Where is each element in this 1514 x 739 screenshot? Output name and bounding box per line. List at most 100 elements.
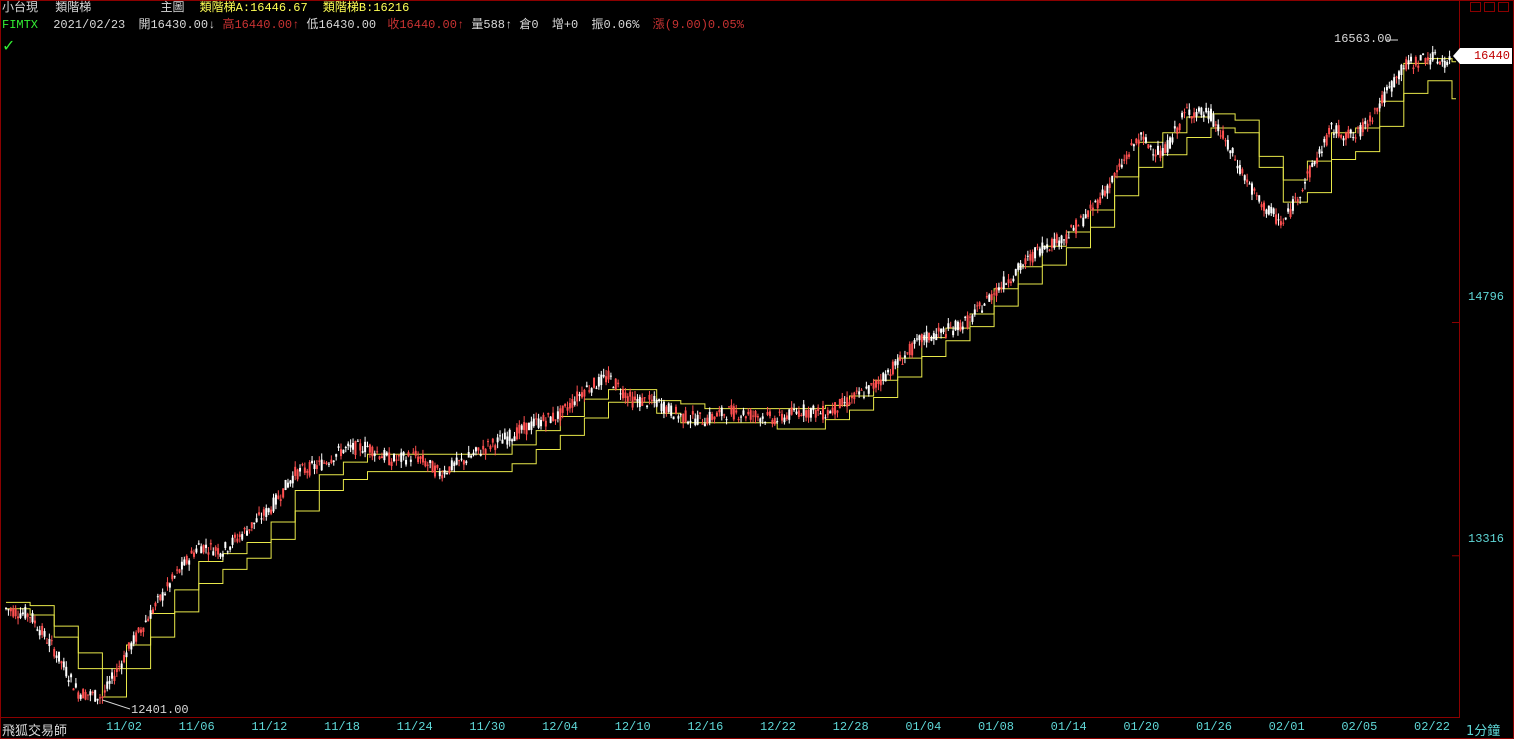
candle-body xyxy=(1166,140,1169,153)
x-tick-label: 01/08 xyxy=(978,720,1015,734)
candle-body xyxy=(1176,127,1179,134)
candle-body xyxy=(127,642,130,649)
candle-body xyxy=(1429,59,1432,65)
symbol-code[interactable]: FIMTX xyxy=(2,18,38,32)
price-chart[interactable] xyxy=(0,0,1460,718)
candle-body xyxy=(250,522,253,529)
candle-body xyxy=(499,435,502,437)
candle-body xyxy=(318,460,321,462)
candle-body xyxy=(190,550,193,554)
candle-body xyxy=(1369,115,1372,122)
candle-body xyxy=(1014,269,1017,276)
amplitude-label: 振 xyxy=(591,18,604,32)
candle-body xyxy=(1169,137,1172,149)
candle-body xyxy=(1279,221,1282,226)
candle-body xyxy=(1147,144,1150,149)
candle-body xyxy=(742,410,745,415)
candle-body xyxy=(1072,227,1075,231)
candle-body xyxy=(518,424,521,434)
candle-body xyxy=(1385,86,1388,91)
candle-body xyxy=(337,446,340,448)
candle-body xyxy=(1426,57,1429,61)
candle-body xyxy=(580,392,583,398)
open-arrow-icon: ↓ xyxy=(208,18,216,32)
instrument-name[interactable]: 小台現 xyxy=(2,1,38,15)
candle-body xyxy=(1294,197,1297,199)
candle-body xyxy=(1299,197,1302,199)
candle-body xyxy=(636,399,639,402)
candle-body xyxy=(159,594,162,601)
minimize-button[interactable] xyxy=(1470,2,1481,12)
candle-body xyxy=(1075,219,1078,234)
candle-body xyxy=(5,607,7,609)
quote-row: FIMTX 2021/02/23 開16430.00↓ 高16440.00↑ 低… xyxy=(2,17,744,33)
candle-body xyxy=(1142,136,1145,140)
candle-body xyxy=(1046,244,1049,249)
candle-body xyxy=(793,408,796,411)
candle-body xyxy=(865,386,868,389)
change-label: 漲 xyxy=(652,18,665,32)
candle-body xyxy=(1060,235,1063,244)
candle-body xyxy=(154,602,157,607)
candle-body xyxy=(831,407,834,414)
period-selector[interactable]: 1分鐘 xyxy=(1466,720,1500,739)
candle-body xyxy=(1183,112,1186,114)
candle-body xyxy=(1128,154,1131,157)
candle-body xyxy=(515,427,518,440)
candle-body xyxy=(1330,122,1333,125)
candle-body xyxy=(525,422,528,435)
candle-body xyxy=(197,543,200,545)
check-icon[interactable]: ✓ xyxy=(2,36,15,55)
candle-body xyxy=(132,635,135,644)
candle-body xyxy=(31,613,34,623)
candle-body xyxy=(332,460,335,462)
candle-body xyxy=(1118,163,1121,167)
candle-body xyxy=(1089,204,1092,209)
x-tick-label: 12/22 xyxy=(760,720,797,734)
candle-body xyxy=(77,692,80,699)
x-tick-label: 01/26 xyxy=(1196,720,1233,734)
restore-button[interactable] xyxy=(1484,2,1495,12)
candle-body xyxy=(402,452,405,456)
candle-body xyxy=(797,410,800,417)
candle-body xyxy=(1448,56,1451,61)
candle-body xyxy=(923,335,926,341)
candle-body xyxy=(696,414,699,425)
candle-body xyxy=(446,473,449,475)
candle-body xyxy=(286,482,289,488)
candle-body xyxy=(91,692,94,694)
candle-body xyxy=(554,419,557,421)
candle-body xyxy=(142,627,145,632)
candle-body xyxy=(352,442,355,450)
candle-body xyxy=(342,449,345,454)
candle-body xyxy=(913,339,916,344)
indicator-name[interactable]: 類階梯 xyxy=(55,1,91,15)
close-button[interactable] xyxy=(1498,2,1509,12)
candle-body xyxy=(858,391,861,395)
candle-body xyxy=(988,294,991,302)
candle-body xyxy=(1410,56,1413,62)
candle-body xyxy=(1210,108,1212,121)
candle-body xyxy=(48,639,51,647)
candle-body xyxy=(903,355,906,358)
candle-body xyxy=(1308,165,1311,178)
candle-body xyxy=(915,338,918,340)
candle-body xyxy=(1005,283,1008,285)
candle-body xyxy=(559,408,562,421)
candle-body xyxy=(768,411,771,417)
candle-body xyxy=(1050,238,1053,248)
candle-body xyxy=(1217,124,1220,132)
candle-body xyxy=(812,405,815,411)
candle-body xyxy=(33,620,36,624)
x-tick-label: 01/20 xyxy=(1123,720,1160,734)
candle-body xyxy=(809,408,812,418)
candle-body xyxy=(573,401,576,405)
candle-body xyxy=(424,461,427,467)
candle-body xyxy=(1082,217,1085,227)
candle-body xyxy=(50,640,53,642)
candle-body xyxy=(1113,172,1116,177)
candle-body xyxy=(489,445,492,450)
candle-body xyxy=(45,642,48,644)
candle-body xyxy=(224,542,227,548)
candle-body xyxy=(1171,137,1174,143)
